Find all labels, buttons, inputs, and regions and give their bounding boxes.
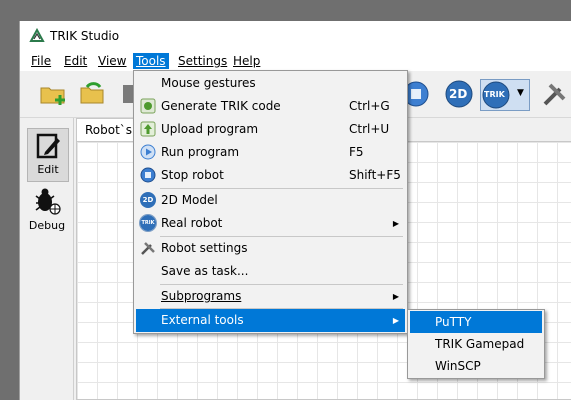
edit-mode-label: Edit bbox=[37, 163, 59, 176]
submenu-arrow-icon: ▶ bbox=[392, 219, 399, 228]
submenu-arrow-icon: ▶ bbox=[392, 292, 399, 301]
stop-robot-icon bbox=[140, 167, 156, 183]
menu-item-external-tools[interactable]: External tools ▶ bbox=[136, 309, 405, 332]
menu-item-real-robot[interactable]: TRIK Real robot ▶ bbox=[136, 212, 405, 235]
trik-studio-logo-icon bbox=[29, 28, 45, 42]
menu-item-2d-model[interactable]: 2D 2D Model bbox=[136, 189, 405, 212]
menu-item-mouse-gestures[interactable]: Mouse gestures bbox=[136, 72, 405, 95]
title-bar: TRIK Studio bbox=[20, 21, 571, 51]
menu-item-robot-settings[interactable]: Robot settings bbox=[136, 237, 405, 260]
trik-robot-icon: TRIK bbox=[139, 214, 157, 232]
menu-help[interactable]: Help bbox=[230, 53, 263, 69]
stop-icon[interactable] bbox=[404, 79, 434, 109]
edit-pencil-icon bbox=[36, 133, 60, 159]
menu-view[interactable]: View bbox=[95, 53, 129, 69]
new-project-icon[interactable] bbox=[38, 79, 68, 109]
menu-settings[interactable]: Settings bbox=[175, 53, 230, 69]
upload-icon bbox=[140, 121, 156, 137]
run-play-icon bbox=[140, 144, 156, 160]
robot-settings-tools-icon[interactable] bbox=[540, 79, 570, 109]
menu-item-generate-trik-code[interactable]: Generate TRIK code Ctrl+G bbox=[136, 95, 405, 118]
trik-robot-toolbar-button[interactable]: TRIK ▼ bbox=[480, 79, 530, 111]
edit-mode-button[interactable]: Edit bbox=[27, 128, 69, 182]
window-title: TRIK Studio bbox=[50, 29, 120, 43]
menu-item-upload-program[interactable]: Upload program Ctrl+U bbox=[136, 118, 405, 141]
menu-edit[interactable]: Edit bbox=[61, 53, 90, 69]
dropdown-arrow-icon: ▼ bbox=[517, 88, 524, 98]
2d-model-toolbar-button[interactable]: 2D bbox=[444, 79, 474, 109]
menu-item-subprograms[interactable]: Subprograms ▶ bbox=[136, 285, 405, 308]
submenu-arrow-icon: ▶ bbox=[392, 316, 399, 325]
menu-item-save-as-task[interactable]: Save as task... bbox=[136, 260, 405, 283]
debug-mode-button[interactable]: Debug bbox=[27, 186, 67, 238]
mode-sidebar: Edit Debug bbox=[20, 118, 74, 400]
tools-menu: Mouse gestures Generate TRIK code Ctrl+G… bbox=[133, 70, 408, 334]
menu-file[interactable]: File bbox=[28, 53, 54, 69]
menu-tools[interactable]: Tools bbox=[133, 53, 169, 69]
2d-model-icon: 2D bbox=[140, 192, 156, 208]
menu-item-putty[interactable]: PuTTY bbox=[410, 311, 542, 333]
debug-mode-label: Debug bbox=[28, 219, 66, 232]
menu-item-trik-gamepad[interactable]: TRIK Gamepad bbox=[410, 333, 542, 355]
open-project-icon[interactable] bbox=[78, 79, 108, 109]
debug-bug-icon bbox=[35, 188, 61, 215]
menu-item-stop-robot[interactable]: Stop robot Shift+F5 bbox=[136, 164, 405, 187]
tools-wrench-icon bbox=[141, 242, 155, 255]
menu-item-run-program[interactable]: Run program F5 bbox=[136, 141, 405, 164]
menu-bar: File Edit View Tools Settings Help bbox=[20, 51, 571, 71]
menu-item-winscp[interactable]: WinSCP bbox=[410, 355, 542, 377]
generate-code-icon bbox=[140, 98, 156, 114]
external-tools-submenu: PuTTY TRIK Gamepad WinSCP bbox=[407, 309, 545, 379]
